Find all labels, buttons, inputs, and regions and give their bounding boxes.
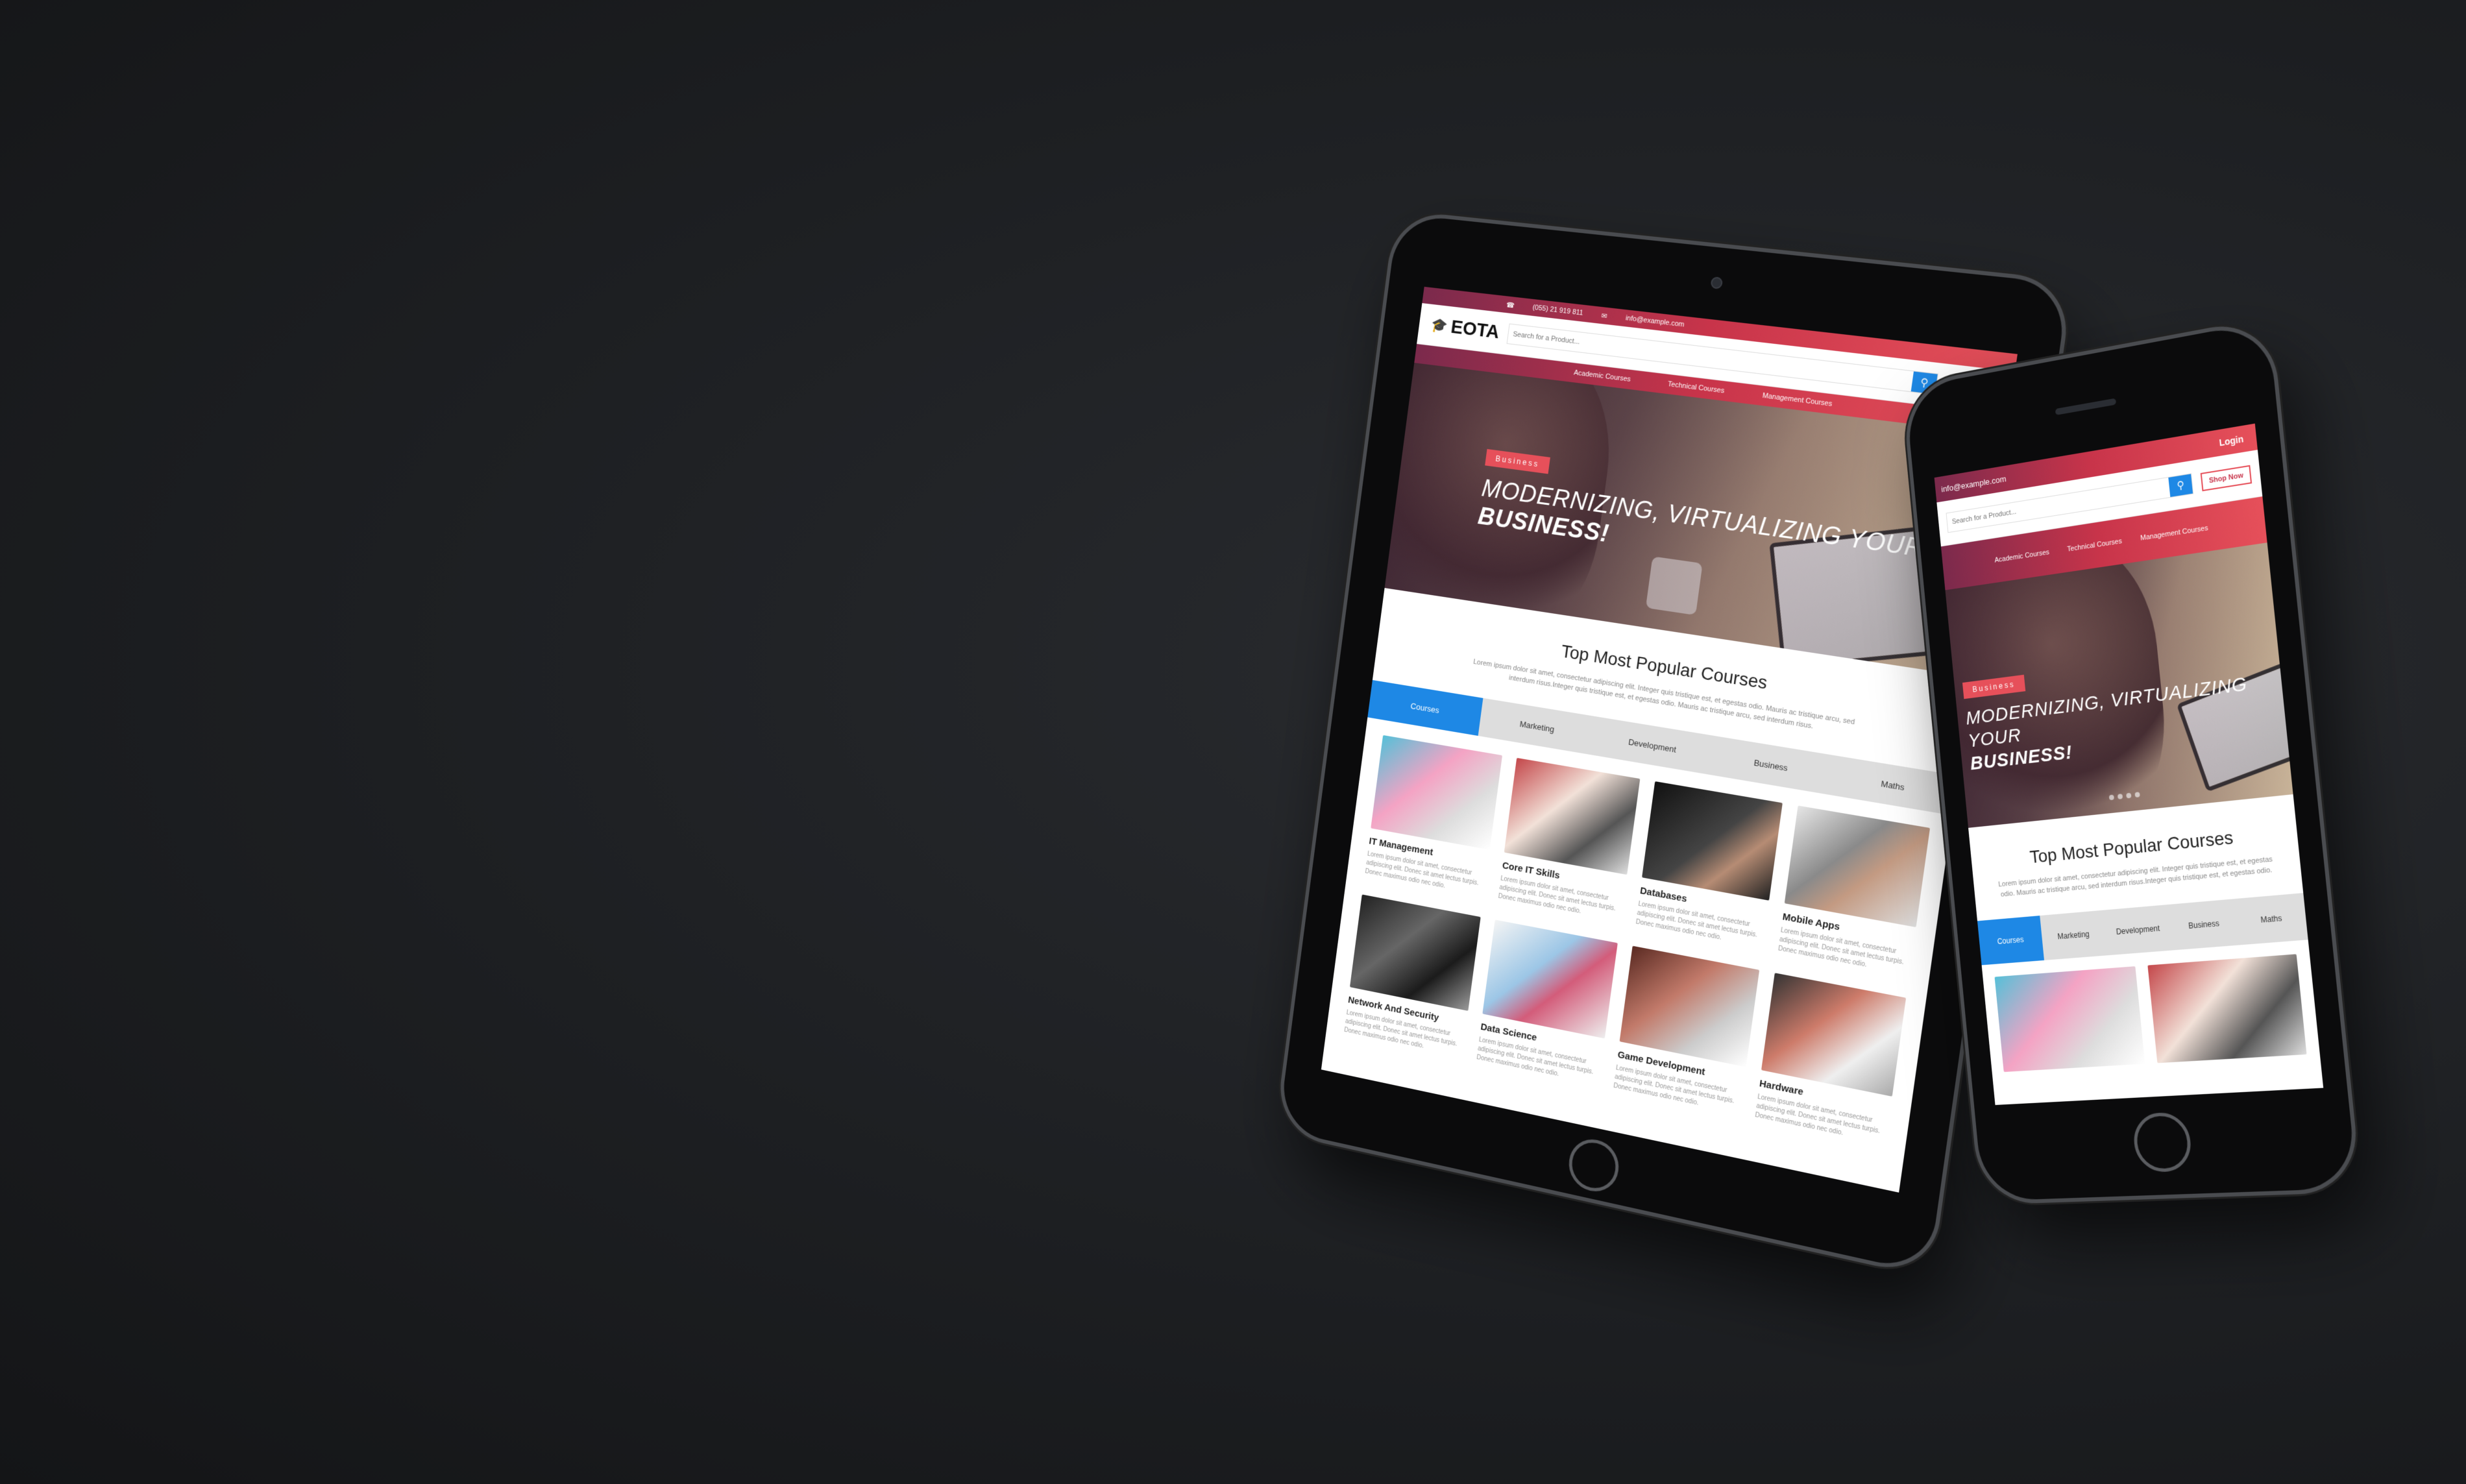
phone-screen: info@example.com Login ⚲ Shop Now Academ…: [1935, 424, 2324, 1105]
mail-icon: ✉: [1601, 311, 1607, 321]
page-background: { "site": { "phone": "(055) 21 919 811",…: [0, 0, 2466, 1484]
logo-text: EOTA: [1450, 316, 1501, 343]
nav-item-management[interactable]: Management Courses: [1762, 392, 1833, 408]
course-card[interactable]: Data Science Lorem ipsum dolor sit amet,…: [1476, 919, 1617, 1087]
shop-now-button[interactable]: Shop Now: [2201, 465, 2252, 491]
course-card[interactable]: Core IT Skills Lorem ipsum dolor sit ame…: [1498, 758, 1641, 924]
tab-maths[interactable]: Maths: [2235, 893, 2308, 945]
contact-email[interactable]: info@example.com: [1941, 474, 2007, 494]
search-icon: ⚲: [2177, 478, 2185, 493]
course-thumbnail: [1995, 966, 2145, 1072]
nav-item-academic[interactable]: Academic Courses: [1994, 548, 2049, 564]
tab-development[interactable]: Development: [2103, 905, 2173, 955]
course-card[interactable]: Databases Lorem ipsum dolor sit amet, co…: [1635, 781, 1783, 951]
course-card[interactable]: Game Development Lorem ipsum dolor sit a…: [1613, 946, 1759, 1117]
course-thumbnail: [1504, 758, 1641, 875]
tab-marketing[interactable]: Marketing: [2040, 910, 2108, 960]
course-card[interactable]: [1995, 966, 2145, 1072]
contact-email[interactable]: info@example.com: [1625, 314, 1685, 328]
course-thumbnail: [1371, 735, 1502, 850]
course-thumbnail: [1785, 805, 1930, 927]
course-thumbnail: [2147, 954, 2306, 1063]
hero-banner: Business MODERNIZING, VIRTUALIZING YOUR …: [1945, 542, 2293, 828]
contact-phone: (055) 21 919 811: [1532, 304, 1583, 317]
tab-business[interactable]: Business: [2168, 899, 2240, 950]
course-card[interactable]: Network And Security Lorem ipsum dolor s…: [1343, 894, 1480, 1059]
course-card[interactable]: Mobile Apps Lorem ipsum dolor sit amet, …: [1777, 805, 1930, 978]
phone-device: info@example.com Login ⚲ Shop Now Academ…: [1905, 321, 2358, 1201]
search-button[interactable]: ⚲: [2169, 474, 2193, 497]
course-thumbnail: [1620, 946, 1760, 1067]
course-card[interactable]: Hardware Lorem ipsum dolor sit amet, con…: [1754, 973, 1906, 1147]
carousel-dot[interactable]: [2126, 793, 2131, 799]
course-card[interactable]: [2147, 954, 2306, 1063]
course-thumbnail: [1761, 973, 1906, 1097]
nav-item-academic[interactable]: Academic Courses: [1573, 369, 1631, 383]
course-thumbnail: [1350, 894, 1481, 1011]
carousel-dot[interactable]: [2134, 792, 2140, 797]
graduation-cap-icon: 🎓: [1430, 317, 1448, 335]
course-thumbnail: [1482, 919, 1618, 1038]
course-thumbnail: [1642, 781, 1783, 901]
login-link[interactable]: Login: [2219, 433, 2244, 448]
carousel-dot[interactable]: [2118, 794, 2123, 799]
phone-icon: ☎: [1506, 300, 1515, 310]
nav-item-management[interactable]: Management Courses: [2140, 524, 2209, 542]
site-logo[interactable]: 🎓 EOTA: [1430, 314, 1500, 343]
nav-item-technical[interactable]: Technical Courses: [1667, 380, 1725, 395]
carousel-dot[interactable]: [2109, 795, 2114, 801]
nav-item-technical[interactable]: Technical Courses: [2067, 537, 2122, 553]
course-grid: [1982, 940, 2321, 1085]
tab-courses[interactable]: Courses: [1977, 916, 2044, 965]
course-card[interactable]: IT Management Lorem ipsum dolor sit amet…: [1365, 735, 1502, 898]
